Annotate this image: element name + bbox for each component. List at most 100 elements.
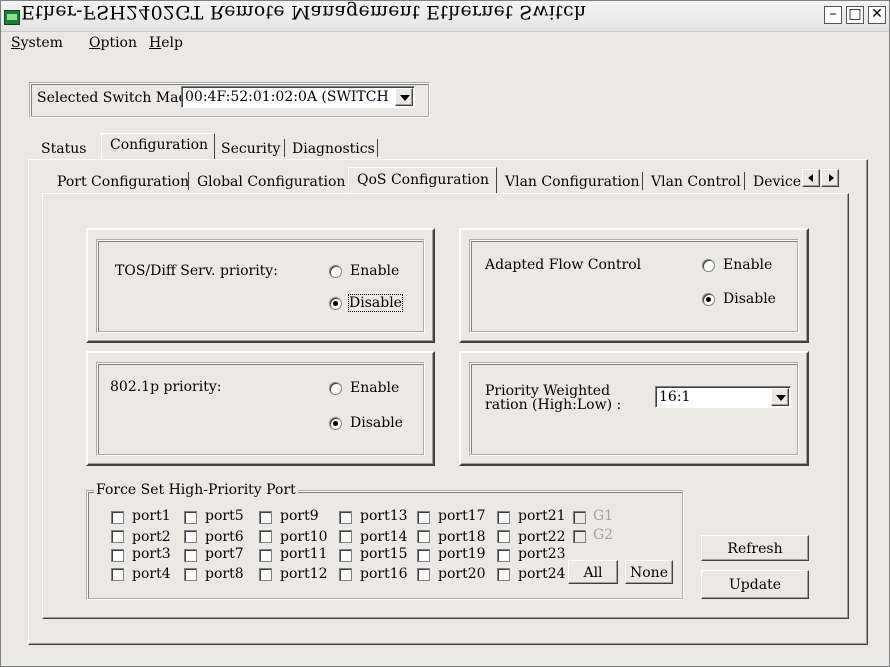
port-label-port6[interactable]: port6 — [205, 529, 244, 545]
port-label-port5[interactable]: port5 — [205, 508, 244, 524]
port-checkbox-port14[interactable] — [339, 530, 352, 543]
refresh-button[interactable]: Refresh — [701, 535, 809, 561]
none-button[interactable]: None — [625, 560, 673, 584]
tab-divider — [188, 172, 189, 190]
port-checkbox-port20[interactable] — [417, 568, 430, 581]
tab-vlan-configuration[interactable]: Vlan Configuration — [505, 174, 639, 190]
tab-diagnostics[interactable]: Diagnostics — [292, 141, 375, 157]
port-label-port17[interactable]: port17 — [438, 508, 486, 524]
port-label-port12[interactable]: port12 — [280, 566, 328, 582]
port-checkbox-port6[interactable] — [184, 530, 197, 543]
port-checkbox-port1[interactable] — [111, 511, 124, 524]
tos-enable-label[interactable]: Enable — [350, 263, 399, 279]
menu-option[interactable]: Option — [89, 35, 137, 51]
tab-status[interactable]: Status — [41, 141, 86, 157]
tab-configuration[interactable]: Configuration — [110, 137, 208, 153]
port-label-port20[interactable]: port20 — [438, 566, 486, 582]
port-label-port7[interactable]: port7 — [205, 546, 244, 562]
port-label-g2: G2 — [593, 527, 614, 543]
dot1p-frame — [86, 351, 435, 466]
port-label-port2[interactable]: port2 — [132, 529, 171, 545]
port-checkbox-port5[interactable] — [184, 511, 197, 524]
port-label-port16[interactable]: port16 — [360, 566, 408, 582]
tab-vlan-control[interactable]: Vlan Control — [651, 174, 741, 190]
port-label-port22[interactable]: port22 — [518, 529, 566, 545]
port-label-port19[interactable]: port19 — [438, 546, 486, 562]
port-checkbox-port3[interactable] — [111, 549, 124, 562]
tab-scroll-left[interactable] — [802, 169, 820, 187]
tab-qos-configuration[interactable]: QoS Configuration — [357, 172, 489, 188]
flow-inner — [469, 239, 799, 333]
port-checkbox-port13[interactable] — [339, 511, 352, 524]
maximize-button[interactable]: □ — [846, 6, 864, 24]
port-label-port3[interactable]: port3 — [132, 546, 171, 562]
port-label-port15[interactable]: port15 — [360, 546, 408, 562]
port-checkbox-port24[interactable] — [497, 568, 510, 581]
chevron-down-icon[interactable] — [771, 388, 789, 406]
port-label-port8[interactable]: port8 — [205, 566, 244, 582]
port-checkbox-port4[interactable] — [111, 568, 124, 581]
tos-disable-radio[interactable] — [329, 297, 342, 310]
flow-disable-label[interactable]: Disable — [723, 291, 776, 307]
port-label-port23[interactable]: port23 — [518, 546, 566, 562]
port-checkbox-port17[interactable] — [417, 511, 430, 524]
port-checkbox-port10[interactable] — [259, 530, 272, 543]
port-checkbox-port22[interactable] — [497, 530, 510, 543]
tos-label: TOS/Diff Serv. priority: — [115, 263, 278, 279]
weighted-ratio-dropdown[interactable]: 16:1 — [655, 386, 791, 408]
dot1p-disable-label[interactable]: Disable — [350, 415, 403, 431]
menu-system[interactable]: System — [11, 35, 63, 51]
port-label-port21[interactable]: port21 — [518, 508, 566, 524]
tab-security[interactable]: Security — [221, 141, 280, 157]
flow-enable-radio[interactable] — [702, 259, 715, 272]
port-checkbox-port7[interactable] — [184, 549, 197, 562]
port-checkbox-port16[interactable] — [339, 568, 352, 581]
port-checkbox-port12[interactable] — [259, 568, 272, 581]
port-label-port9[interactable]: port9 — [280, 508, 319, 524]
port-checkbox-port8[interactable] — [184, 568, 197, 581]
all-button[interactable]: All — [568, 560, 618, 584]
close-button[interactable]: ✕ — [868, 6, 886, 24]
port-label-port14[interactable]: port14 — [360, 529, 408, 545]
port-label-port18[interactable]: port18 — [438, 529, 486, 545]
flow-disable-radio[interactable] — [702, 293, 715, 306]
tab-port-configuration[interactable]: Port Configuration — [57, 174, 189, 190]
dot1p-disable-radio[interactable] — [329, 417, 342, 430]
port-checkbox-port2[interactable] — [111, 530, 124, 543]
port-checkbox-port11[interactable] — [259, 549, 272, 562]
tos-frame — [86, 228, 435, 343]
tab-device[interactable]: Device — [753, 174, 801, 190]
menu-help[interactable]: Help — [149, 35, 183, 51]
port-label-g1: G1 — [593, 508, 614, 524]
dot1p-enable-radio[interactable] — [329, 382, 342, 395]
tos-enable-radio[interactable] — [329, 265, 342, 278]
port-label-port1[interactable]: port1 — [132, 508, 171, 524]
port-checkbox-port21[interactable] — [497, 511, 510, 524]
chevron-down-icon[interactable] — [395, 88, 413, 106]
arrow-left-icon — [808, 174, 813, 182]
tab-global-configuration[interactable]: Global Configuration — [197, 174, 345, 190]
title-bar[interactable]: Ether-FSH2402GT Remote Management Ethern… — [1, 1, 889, 32]
port-label-port13[interactable]: port13 — [360, 508, 408, 524]
update-button[interactable]: Update — [701, 570, 809, 599]
port-checkbox-port9[interactable] — [259, 511, 272, 524]
dot1p-enable-label[interactable]: Enable — [350, 380, 399, 396]
tab-scroll-right[interactable] — [821, 169, 839, 187]
port-checkbox-port18[interactable] — [417, 530, 430, 543]
port-checkbox-port19[interactable] — [417, 549, 430, 562]
tos-disable-label[interactable]: Disable — [348, 294, 403, 312]
switch-mac-dropdown[interactable]: 00:4F:52:01:02:0A (SWITCH — [181, 86, 415, 108]
port-checkbox-port15[interactable] — [339, 549, 352, 562]
port-label-port10[interactable]: port10 — [280, 529, 328, 545]
port-checkbox-port23[interactable] — [497, 549, 510, 562]
port-label-port24[interactable]: port24 — [518, 566, 566, 582]
dot1p-label: 802.1p priority: — [110, 379, 222, 395]
tab-qos-selected[interactable]: QoS Configuration — [348, 167, 497, 194]
port-label-port11[interactable]: port11 — [280, 546, 328, 562]
minimize-button[interactable]: – — [824, 6, 842, 24]
flow-enable-label[interactable]: Enable — [723, 257, 772, 273]
switch-select-label: Selected Switch Mac: — [37, 90, 192, 106]
tab-configuration-selected[interactable]: Configuration — [101, 133, 215, 160]
tos-inner — [96, 239, 425, 333]
port-label-port4[interactable]: port4 — [132, 566, 171, 582]
